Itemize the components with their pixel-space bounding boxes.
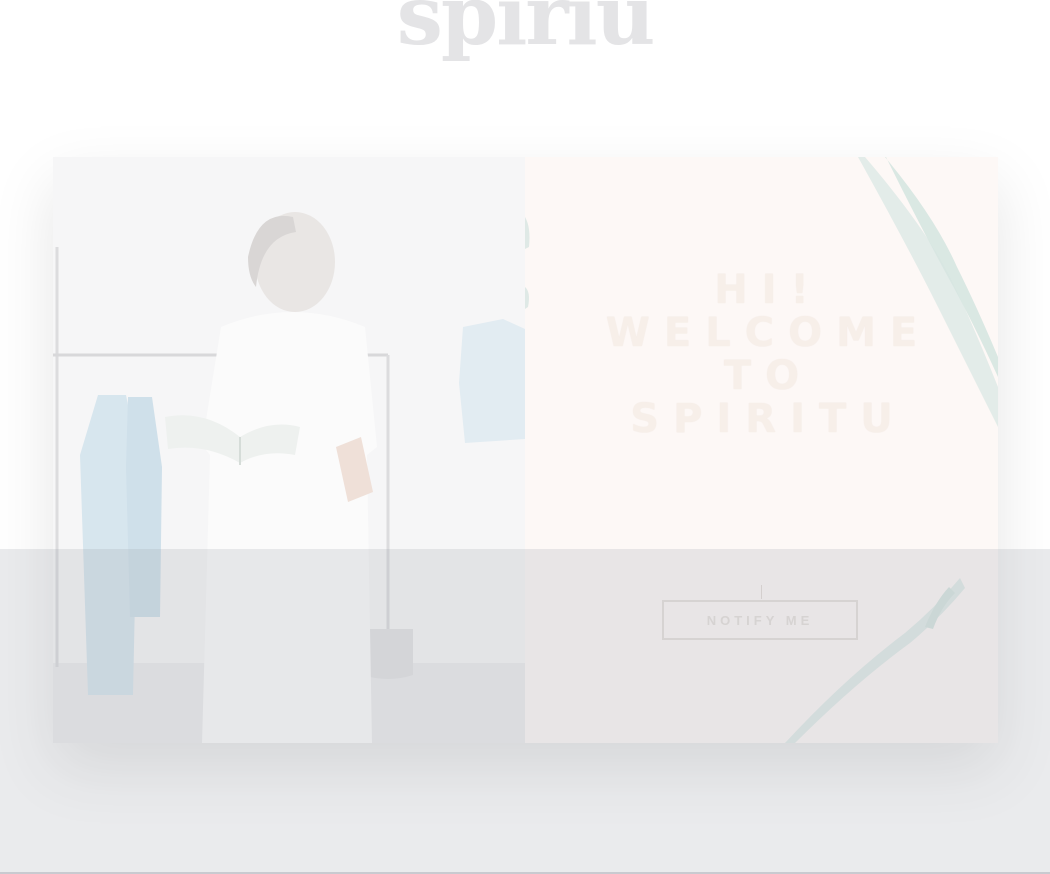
overlay-shade	[0, 549, 1050, 874]
brand-logo[interactable]: spiriu	[0, 0, 1050, 64]
heading-line: WELCOME	[605, 310, 932, 356]
heading-line: SPIRITU	[630, 396, 907, 442]
welcome-heading: HI! WELCOME TO SPIRITU	[525, 269, 998, 441]
heading-line: HI!	[714, 267, 823, 313]
heading-line: TO	[723, 353, 814, 399]
